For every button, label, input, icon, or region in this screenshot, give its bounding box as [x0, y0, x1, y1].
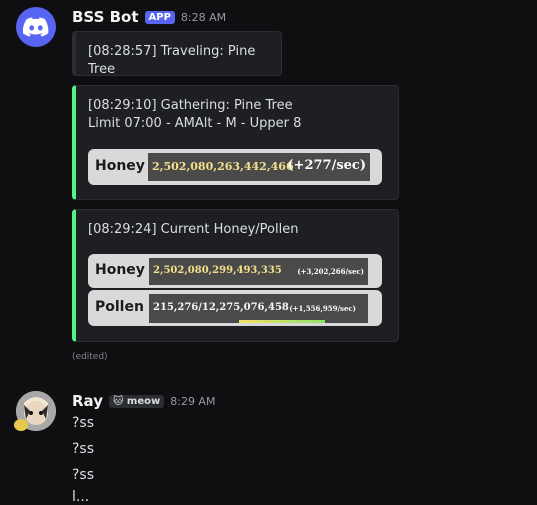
pollen-capacity-bar — [239, 320, 325, 323]
user-timestamp[interactable]: 8:29 AM — [170, 395, 215, 408]
embed-traveling: [08:28:57] Traveling: Pine Tree — [72, 31, 282, 77]
user-message-3: ?ss — [72, 467, 95, 483]
current-pollen-panel: Pollen 215,276/12,275,076,458 (+1,556,95… — [88, 290, 382, 326]
user-tag-text: meow — [126, 395, 161, 407]
embed-gathering-line2: Limit 07:00 - AMAlt - M - Upper 8 — [88, 116, 302, 131]
user-message-4: l... — [72, 489, 90, 505]
honey-label: Honey — [95, 158, 145, 174]
avatar-decoration-icon — [14, 419, 28, 431]
bot-message-header: BSS Bot APP 8:28 AM — [72, 8, 226, 26]
user-message-1: ?ss — [72, 415, 95, 431]
user-message-header: Ray 🐱 meow 8:29 AM — [72, 392, 215, 410]
honey-stat-panel: Honey 2,502,080,263,442,466 (+277/sec) — [88, 149, 382, 185]
current-pollen-value: 215,276/12,275,076,458 — [153, 302, 289, 313]
discord-logo-icon — [23, 17, 49, 37]
honey-rate: (+277/sec) — [287, 158, 366, 173]
embed-gathering: [08:29:10] Gathering: Pine Tree Limit 07… — [72, 85, 399, 200]
user-tag-badge[interactable]: 🐱 meow — [109, 394, 165, 408]
bot-timestamp[interactable]: 8:28 AM — [181, 11, 226, 24]
current-honey-rate: (+3,202,266/sec) — [297, 267, 364, 276]
current-honey-label: Honey — [95, 262, 145, 278]
current-pollen-rate: (+1,556,959/sec) — [289, 304, 356, 313]
bot-author-name[interactable]: BSS Bot — [72, 8, 139, 26]
current-honey-value: 2,502,080,299,493,335 — [153, 265, 282, 276]
embed-gathering-line1: [08:29:10] Gathering: Pine Tree — [88, 98, 293, 113]
app-badge: APP — [144, 10, 175, 24]
current-pollen-value-box: 215,276/12,275,076,458 (+1,556,959/sec) — [149, 294, 368, 323]
current-honey-value-box: 2,502,080,299,493,335 (+3,202,266/sec) — [149, 258, 368, 285]
honey-value: 2,502,080,263,442,466 — [152, 160, 294, 173]
edited-label: (edited) — [72, 352, 108, 362]
embed-current-title: [08:29:24] Current Honey/Pollen — [88, 222, 299, 237]
embed-traveling-text: [08:28:57] Traveling: Pine Tree — [88, 44, 256, 77]
cat-icon: 🐱 — [113, 395, 124, 407]
bot-avatar[interactable] — [16, 7, 56, 47]
current-honey-panel: Honey 2,502,080,299,493,335 (+3,202,266/… — [88, 254, 382, 288]
user-author-name[interactable]: Ray — [72, 392, 103, 410]
honey-value-box: 2,502,080,263,442,466 (+277/sec) — [148, 153, 370, 181]
user-message-2: ?ss — [72, 441, 95, 457]
current-pollen-label: Pollen — [95, 299, 144, 315]
embed-current-honey-pollen: [08:29:24] Current Honey/Pollen Honey 2,… — [72, 209, 399, 342]
